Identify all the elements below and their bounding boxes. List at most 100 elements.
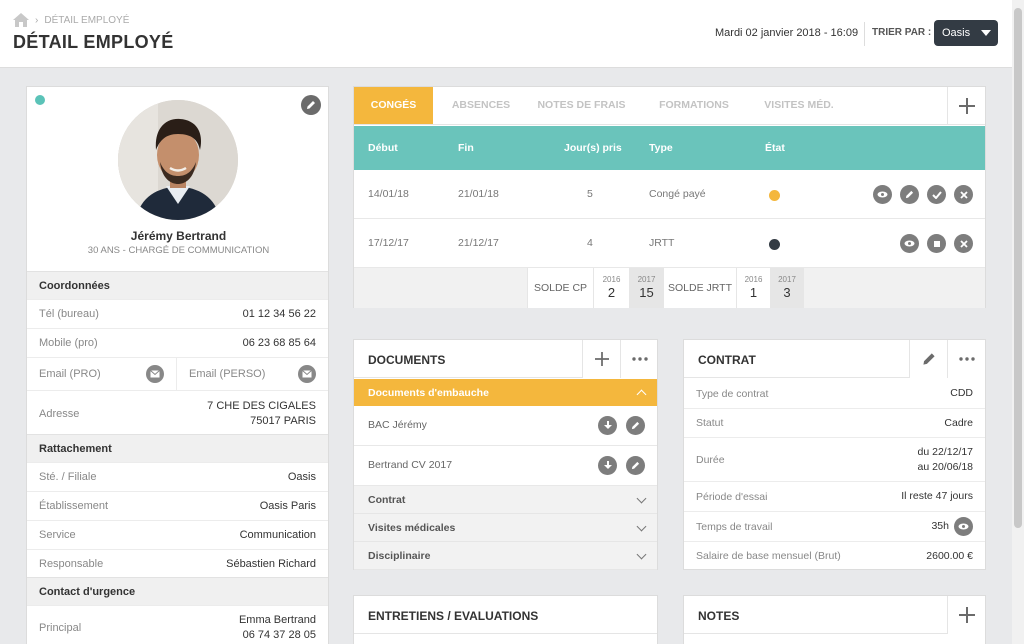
edit-document-button[interactable] bbox=[626, 456, 645, 475]
tel-value[interactable]: 01 12 34 56 22 bbox=[243, 308, 316, 320]
solde-year: 2016 bbox=[602, 275, 621, 284]
principal-label: Principal bbox=[39, 621, 82, 634]
duree-start: du 22/12/17 bbox=[917, 445, 973, 458]
accordion-contrat[interactable]: Contrat bbox=[354, 486, 657, 514]
solde-bar: SOLDE CP 2016 2 2017 15 SOLDE JRTT 2016 1 2… bbox=[354, 268, 985, 308]
edit-document-button[interactable] bbox=[626, 416, 645, 435]
temps-travail-label: Temps de travail bbox=[696, 520, 773, 533]
add-note-button[interactable] bbox=[947, 596, 985, 634]
eye-icon bbox=[877, 191, 888, 198]
mobile-value[interactable]: 06 23 68 85 64 bbox=[243, 337, 316, 349]
accordion-documents-embauche[interactable]: Documents d'embauche bbox=[354, 379, 657, 406]
edit-profile-button[interactable] bbox=[301, 95, 321, 115]
tab-notes-de-frais[interactable]: NOTES DE FRAIS bbox=[529, 87, 634, 124]
email-pro-cell: Email (PRO) bbox=[27, 357, 177, 391]
delete-button[interactable] bbox=[954, 234, 973, 253]
approve-button[interactable] bbox=[927, 185, 946, 204]
etablissement-value: Oasis Paris bbox=[259, 500, 316, 512]
edit-button[interactable] bbox=[900, 185, 919, 204]
row-periode-essai: Période d'essai Il reste 47 jours bbox=[684, 481, 985, 511]
adresse-line-1: 7 CHE DES CIGALES bbox=[207, 399, 316, 412]
statut-value: Cadre bbox=[944, 416, 973, 429]
eye-icon bbox=[958, 523, 969, 530]
tab-bar: CONGÉS ABSENCES NOTES DE FRAIS FORMATION… bbox=[354, 87, 985, 125]
solde-value: 1 bbox=[749, 285, 758, 300]
periode-essai-label: Période d'essai bbox=[696, 490, 768, 503]
documents-more-button[interactable] bbox=[620, 340, 658, 378]
col-debut: Début bbox=[368, 142, 398, 154]
more-icon bbox=[631, 357, 648, 361]
download-button[interactable] bbox=[598, 456, 617, 475]
tab-formations[interactable]: FORMATIONS bbox=[649, 87, 739, 124]
plus-icon bbox=[594, 352, 609, 366]
download-button[interactable] bbox=[598, 416, 617, 435]
adresse-label: Adresse bbox=[39, 407, 80, 420]
row-statut: Statut Cadre bbox=[684, 408, 985, 437]
table-row[interactable]: 17/12/17 21/12/17 4 JRTT bbox=[354, 219, 985, 268]
page-scrollbar[interactable] bbox=[1012, 0, 1024, 644]
sort-select[interactable]: Oasis bbox=[934, 20, 998, 46]
section-contact-urgence: Contact d'urgence bbox=[27, 577, 328, 605]
email-pro-button[interactable] bbox=[146, 365, 164, 383]
status-indicator bbox=[35, 95, 45, 105]
document-row[interactable]: BAC Jérémy bbox=[354, 406, 657, 446]
notes-title: NOTES bbox=[684, 596, 947, 634]
avatar bbox=[118, 100, 238, 220]
type-contrat-label: Type de contrat bbox=[696, 387, 769, 400]
stop-button[interactable] bbox=[927, 234, 946, 253]
row-responsable: Responsable Sébastien Richard bbox=[27, 549, 328, 578]
pencil-icon bbox=[631, 421, 640, 430]
tab-visites-medicales[interactable]: VISITES MÉD. bbox=[754, 87, 844, 124]
add-conge-button[interactable] bbox=[947, 87, 985, 124]
add-document-button[interactable] bbox=[582, 340, 620, 378]
chevron-down-icon bbox=[636, 521, 647, 532]
cell-jours: 4 bbox=[587, 237, 593, 249]
email-perso-button[interactable] bbox=[298, 365, 316, 383]
row-adresse: Adresse 7 CHE DES CIGALES 75017 PARIS bbox=[27, 390, 328, 436]
row-emails: Email (PRO) Email (PERSO) bbox=[27, 357, 328, 391]
accordion-visites-medicales[interactable]: Visites médicales bbox=[354, 514, 657, 542]
check-icon bbox=[931, 190, 942, 199]
email-pro-label: Email (PRO) bbox=[39, 368, 101, 380]
scrollbar-thumb[interactable] bbox=[1014, 8, 1022, 528]
home-icon[interactable] bbox=[13, 13, 29, 27]
chevron-down-icon bbox=[636, 549, 647, 560]
edit-contrat-button[interactable] bbox=[909, 340, 947, 378]
accordion-disciplinaire[interactable]: Disciplinaire bbox=[354, 542, 657, 570]
pencil-icon bbox=[631, 461, 640, 470]
view-button[interactable] bbox=[873, 185, 892, 204]
table-row[interactable]: 14/01/18 21/01/18 5 Congé payé bbox=[354, 170, 985, 219]
contrat-more-button[interactable] bbox=[947, 340, 985, 378]
sort-select-value: Oasis bbox=[942, 27, 971, 39]
temps-travail-value: 35h bbox=[931, 520, 949, 532]
reject-button[interactable] bbox=[954, 185, 973, 204]
mobile-label: Mobile (pro) bbox=[39, 337, 98, 349]
avatar-photo bbox=[118, 100, 238, 220]
type-contrat-value: CDD bbox=[950, 387, 973, 399]
document-row[interactable]: Bertrand CV 2017 bbox=[354, 446, 657, 486]
cell-jours: 5 bbox=[587, 188, 593, 200]
solde-jrtt-2016: 2016 1 bbox=[736, 268, 770, 308]
download-icon bbox=[603, 461, 612, 469]
duree-value: du 22/12/17 au 20/06/18 bbox=[918, 445, 973, 475]
solde-cp-2016: 2016 2 bbox=[593, 268, 629, 308]
breadcrumb-current: DÉTAIL EMPLOYÉ bbox=[44, 14, 130, 26]
row-service: Service Communication bbox=[27, 520, 328, 549]
view-button[interactable] bbox=[900, 234, 919, 253]
principal-value: Emma Bertrand 06 74 37 28 05 bbox=[239, 613, 316, 643]
document-name: BAC Jérémy bbox=[368, 419, 427, 431]
row-mobile: Mobile (pro) 06 23 68 85 64 bbox=[27, 328, 328, 357]
solde-cp-2017: 2017 15 bbox=[629, 268, 663, 308]
view-temps-button[interactable] bbox=[954, 517, 973, 536]
solde-jrtt-2017: 2017 3 bbox=[770, 268, 804, 308]
tab-absences[interactable]: ABSENCES bbox=[441, 87, 521, 124]
tab-conges[interactable]: CONGÉS bbox=[354, 87, 433, 124]
row-tel-bureau: Tél (bureau) 01 12 34 56 22 bbox=[27, 299, 328, 328]
salaire-label: Salaire de base mensuel (Brut) bbox=[696, 550, 841, 562]
plus-icon bbox=[958, 607, 975, 623]
principal-phone[interactable]: 06 74 37 28 05 bbox=[243, 629, 316, 641]
principal-name: Emma Bertrand bbox=[238, 613, 316, 626]
responsable-label: Responsable bbox=[39, 558, 104, 570]
filiale-value: Oasis bbox=[287, 471, 316, 483]
responsable-value[interactable]: Sébastien Richard bbox=[226, 558, 316, 570]
